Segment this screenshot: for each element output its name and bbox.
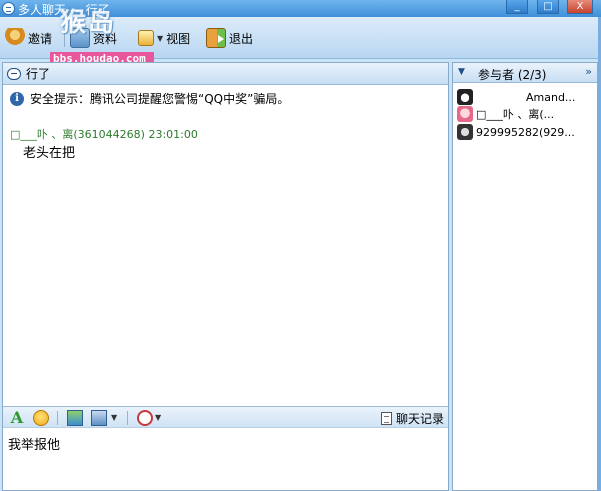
- gray-avatar: [457, 124, 473, 140]
- input-toolbar: A ▼ ▼ 聊天记录: [3, 406, 448, 428]
- font-icon[interactable]: A: [9, 410, 25, 426]
- view-label: 视图: [166, 31, 191, 46]
- toolbar-separator: [127, 411, 128, 425]
- message-input[interactable]: 我举报他: [3, 429, 448, 490]
- participant-name: 929995282(929...: [476, 125, 575, 139]
- send-image-icon[interactable]: [67, 410, 83, 426]
- minimize-button[interactable]: _: [506, 0, 528, 14]
- close-button[interactable]: X: [567, 0, 593, 14]
- exit-button[interactable]: 退出: [206, 27, 253, 49]
- invite-button[interactable]: 邀请: [5, 27, 52, 49]
- message-input-text: 我举报他: [8, 438, 61, 453]
- chat-history-button[interactable]: 聊天记录: [380, 410, 444, 427]
- penguin-avatar: [457, 89, 473, 105]
- message-history[interactable]: i 安全提示：腾讯公司提醒您警惕“QQ中奖”骗局。 □___卟 、离(36104…: [3, 86, 448, 406]
- participant-item[interactable]: □___卟 、离(...: [457, 105, 597, 123]
- collapse-icon[interactable]: ▼: [458, 67, 465, 77]
- view-icon: [138, 30, 154, 46]
- maximize-button[interactable]: □: [537, 0, 559, 14]
- exit-label: 退出: [229, 31, 254, 46]
- participant-name: □___卟 、离(...: [476, 108, 555, 121]
- participant-item[interactable]: Amand...: [457, 88, 597, 106]
- chat-app-icon: [2, 2, 15, 15]
- screenshot-icon[interactable]: [91, 410, 107, 426]
- participants-panel: ▼ 参与者 (2/3) » Amand... □___卟 、离(... 9299…: [452, 62, 598, 491]
- participants-header[interactable]: ▼ 参与者 (2/3) »: [453, 63, 597, 83]
- security-notice: i 安全提示：腾讯公司提醒您警惕“QQ中奖”骗局。: [10, 90, 289, 107]
- info-icon: i: [10, 91, 24, 106]
- block-message-icon[interactable]: [137, 410, 153, 426]
- document-icon: [380, 412, 392, 425]
- chat-panel: 行了 i 安全提示：腾讯公司提醒您警惕“QQ中奖”骗局。 □___卟 、离(36…: [2, 62, 449, 491]
- expand-icon[interactable]: »: [585, 65, 592, 78]
- chat-header: 行了: [3, 63, 448, 85]
- participants-title: 参与者 (2/3): [478, 68, 547, 82]
- chevron-down-icon[interactable]: ▼: [111, 413, 117, 422]
- view-button[interactable]: ▼ 视图: [138, 27, 190, 49]
- message-text: 老头在把: [23, 146, 76, 161]
- watermark-logo: 猴岛: [60, 8, 117, 38]
- chat-history-label: 聊天记录: [395, 412, 444, 426]
- participant-name: Amand...: [526, 90, 576, 104]
- toolbar-separator: [57, 411, 58, 425]
- security-notice-text: 安全提示：腾讯公司提醒您警惕“QQ中奖”骗局。: [30, 92, 290, 106]
- chevron-down-icon[interactable]: ▼: [155, 413, 161, 422]
- chat-title: 行了: [26, 67, 51, 81]
- chat-bubble-icon: [7, 67, 21, 80]
- chevron-down-icon: ▼: [157, 33, 164, 43]
- emoticon-icon[interactable]: [33, 410, 49, 426]
- message-sender: □___卟 、离(361044268) 23:01:00: [10, 128, 198, 141]
- girl-avatar: [457, 106, 473, 122]
- invite-icon: [5, 28, 25, 48]
- exit-door-icon: [206, 28, 226, 48]
- invite-label: 邀请: [28, 31, 53, 46]
- participant-item[interactable]: 929995282(929...: [457, 123, 597, 141]
